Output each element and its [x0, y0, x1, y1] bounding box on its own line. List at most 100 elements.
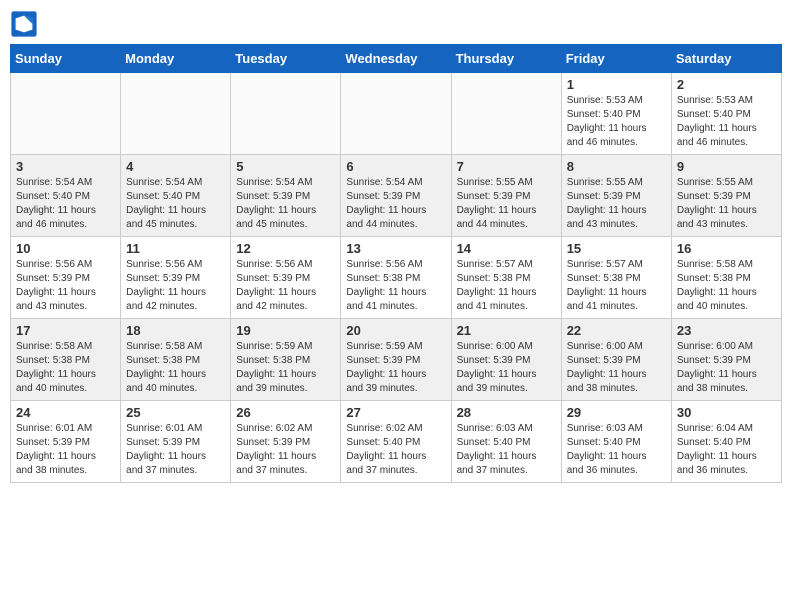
- day-info: Sunrise: 5:56 AM Sunset: 5:39 PM Dayligh…: [16, 258, 115, 314]
- calendar-cell: 24 Sunrise: 6:01 AM Sunset: 5:39 PM Dayli…: [11, 401, 121, 483]
- calendar-cell: 4 Sunrise: 5:54 AM Sunset: 5:40 PM Daylig…: [121, 155, 231, 237]
- day-number: 30: [677, 405, 776, 420]
- day-number: 16: [677, 241, 776, 256]
- day-number: 8: [567, 159, 666, 174]
- weekday-header: Saturday: [671, 45, 781, 73]
- day-number: 23: [677, 323, 776, 338]
- weekday-header: Wednesday: [341, 45, 451, 73]
- day-info: Sunrise: 5:57 AM Sunset: 5:38 PM Dayligh…: [457, 258, 556, 314]
- day-info: Sunrise: 6:01 AM Sunset: 5:39 PM Dayligh…: [126, 422, 225, 478]
- calendar-cell: 6 Sunrise: 5:54 AM Sunset: 5:39 PM Daylig…: [341, 155, 451, 237]
- calendar-cell: 7 Sunrise: 5:55 AM Sunset: 5:39 PM Daylig…: [451, 155, 561, 237]
- calendar-cell: [341, 73, 451, 155]
- calendar-cell: 14 Sunrise: 5:57 AM Sunset: 5:38 PM Dayli…: [451, 237, 561, 319]
- calendar-cell: 19Sunrise: 5:59 AM Sunset: 5:38 PM Dayli…: [231, 319, 341, 401]
- day-number: 10: [16, 241, 115, 256]
- calendar-week-row: 10 Sunrise: 5:56 AM Sunset: 5:39 PM Dayli…: [11, 237, 782, 319]
- day-number: 3: [16, 159, 115, 174]
- weekday-header: Tuesday: [231, 45, 341, 73]
- day-info: Sunrise: 5:54 AM Sunset: 5:40 PM Dayligh…: [126, 176, 225, 232]
- calendar-cell: 11Sunrise: 5:56 AM Sunset: 5:39 PM Dayli…: [121, 237, 231, 319]
- day-info: Sunrise: 5:55 AM Sunset: 5:39 PM Dayligh…: [457, 176, 556, 232]
- calendar-week-row: 24 Sunrise: 6:01 AM Sunset: 5:39 PM Dayli…: [11, 401, 782, 483]
- day-info: Sunrise: 5:55 AM Sunset: 5:39 PM Dayligh…: [677, 176, 776, 232]
- calendar-cell: 22 Sunrise: 6:00 AM Sunset: 5:39 PM Dayli…: [561, 319, 671, 401]
- calendar-cell: 16 Sunrise: 5:58 AM Sunset: 5:38 PM Dayli…: [671, 237, 781, 319]
- day-info: Sunrise: 6:02 AM Sunset: 5:40 PM Dayligh…: [346, 422, 445, 478]
- day-number: 29: [567, 405, 666, 420]
- calendar-cell: 17Sunrise: 5:58 AM Sunset: 5:38 PM Dayli…: [11, 319, 121, 401]
- calendar-cell: 3Sunrise: 5:54 AM Sunset: 5:40 PM Daylig…: [11, 155, 121, 237]
- day-info: Sunrise: 5:53 AM Sunset: 5:40 PM Dayligh…: [677, 94, 776, 150]
- calendar-cell: [121, 73, 231, 155]
- calendar-cell: 13 Sunrise: 5:56 AM Sunset: 5:38 PM Dayli…: [341, 237, 451, 319]
- day-number: 7: [457, 159, 556, 174]
- calendar-cell: 25 Sunrise: 6:01 AM Sunset: 5:39 PM Dayli…: [121, 401, 231, 483]
- day-number: 15: [567, 241, 666, 256]
- day-number: 11: [126, 241, 225, 256]
- calendar-cell: 20 Sunrise: 5:59 AM Sunset: 5:39 PM Dayli…: [341, 319, 451, 401]
- day-number: 1: [567, 77, 666, 92]
- day-number: 28: [457, 405, 556, 420]
- calendar-cell: [451, 73, 561, 155]
- day-info: Sunrise: 6:04 AM Sunset: 5:40 PM Dayligh…: [677, 422, 776, 478]
- calendar-cell: 21Sunrise: 6:00 AM Sunset: 5:39 PM Dayli…: [451, 319, 561, 401]
- day-info: Sunrise: 6:03 AM Sunset: 5:40 PM Dayligh…: [457, 422, 556, 478]
- calendar-table: SundayMondayTuesdayWednesdayThursdayFrid…: [10, 44, 782, 483]
- day-number: 18: [126, 323, 225, 338]
- day-info: Sunrise: 5:57 AM Sunset: 5:38 PM Dayligh…: [567, 258, 666, 314]
- calendar-header-row: SundayMondayTuesdayWednesdayThursdayFrid…: [11, 45, 782, 73]
- calendar-cell: 23 Sunrise: 6:00 AM Sunset: 5:39 PM Dayli…: [671, 319, 781, 401]
- calendar-cell: 1 Sunrise: 5:53 AM Sunset: 5:40 PM Daylig…: [561, 73, 671, 155]
- weekday-header: Friday: [561, 45, 671, 73]
- day-info: Sunrise: 6:02 AM Sunset: 5:39 PM Dayligh…: [236, 422, 335, 478]
- day-info: Sunrise: 5:53 AM Sunset: 5:40 PM Dayligh…: [567, 94, 666, 150]
- day-info: Sunrise: 5:58 AM Sunset: 5:38 PM Dayligh…: [16, 340, 115, 396]
- calendar-cell: 29 Sunrise: 6:03 AM Sunset: 5:40 PM Dayli…: [561, 401, 671, 483]
- day-number: 6: [346, 159, 445, 174]
- calendar-cell: 26 Sunrise: 6:02 AM Sunset: 5:39 PM Dayli…: [231, 401, 341, 483]
- day-number: 27: [346, 405, 445, 420]
- day-number: 24: [16, 405, 115, 420]
- calendar-cell: [231, 73, 341, 155]
- day-number: 22: [567, 323, 666, 338]
- calendar-week-row: 3 Sunrise: 5:54 AM Sunset: 5:40 PM Daylig…: [11, 155, 782, 237]
- calendar-cell: 30 Sunrise: 6:04 AM Sunset: 5:40 PM Dayli…: [671, 401, 781, 483]
- day-number: 26: [236, 405, 335, 420]
- day-number: 12: [236, 241, 335, 256]
- day-info: Sunrise: 6:00 AM Sunset: 5:39 PM Dayligh…: [567, 340, 666, 396]
- day-info: Sunrise: 5:56 AM Sunset: 5:38 PM Dayligh…: [346, 258, 445, 314]
- weekday-header: Monday: [121, 45, 231, 73]
- day-number: 4: [126, 159, 225, 174]
- weekday-header: Sunday: [11, 45, 121, 73]
- calendar-cell: 12Sunrise: 5:56 AM Sunset: 5:39 PM Dayli…: [231, 237, 341, 319]
- calendar-cell: 18 Sunrise: 5:58 AM Sunset: 5:38 PM Dayli…: [121, 319, 231, 401]
- day-info: Sunrise: 5:54 AM Sunset: 5:39 PM Dayligh…: [346, 176, 445, 232]
- day-info: Sunrise: 5:58 AM Sunset: 5:38 PM Dayligh…: [126, 340, 225, 396]
- day-info: Sunrise: 6:01 AM Sunset: 5:39 PM Dayligh…: [16, 422, 115, 478]
- calendar-cell: 28 Sunrise: 6:03 AM Sunset: 5:40 PM Dayli…: [451, 401, 561, 483]
- day-number: 9: [677, 159, 776, 174]
- day-number: 19: [236, 323, 335, 338]
- calendar-cell: [11, 73, 121, 155]
- day-number: 13: [346, 241, 445, 256]
- day-info: Sunrise: 5:59 AM Sunset: 5:39 PM Dayligh…: [346, 340, 445, 396]
- calendar-cell: 10 Sunrise: 5:56 AM Sunset: 5:39 PM Dayli…: [11, 237, 121, 319]
- calendar-week-row: 17Sunrise: 5:58 AM Sunset: 5:38 PM Dayli…: [11, 319, 782, 401]
- day-number: 2: [677, 77, 776, 92]
- day-info: Sunrise: 6:00 AM Sunset: 5:39 PM Dayligh…: [457, 340, 556, 396]
- day-info: Sunrise: 6:00 AM Sunset: 5:39 PM Dayligh…: [677, 340, 776, 396]
- day-number: 20: [346, 323, 445, 338]
- weekday-header: Thursday: [451, 45, 561, 73]
- day-number: 14: [457, 241, 556, 256]
- calendar-cell: 2 Sunrise: 5:53 AM Sunset: 5:40 PM Daylig…: [671, 73, 781, 155]
- logo: [10, 10, 42, 38]
- calendar-week-row: 1 Sunrise: 5:53 AM Sunset: 5:40 PM Daylig…: [11, 73, 782, 155]
- page-header: [10, 10, 782, 38]
- calendar-cell: 27 Sunrise: 6:02 AM Sunset: 5:40 PM Dayli…: [341, 401, 451, 483]
- day-info: Sunrise: 6:03 AM Sunset: 5:40 PM Dayligh…: [567, 422, 666, 478]
- day-number: 25: [126, 405, 225, 420]
- calendar-cell: 8Sunrise: 5:55 AM Sunset: 5:39 PM Daylig…: [561, 155, 671, 237]
- logo-icon: [10, 10, 38, 38]
- day-info: Sunrise: 5:58 AM Sunset: 5:38 PM Dayligh…: [677, 258, 776, 314]
